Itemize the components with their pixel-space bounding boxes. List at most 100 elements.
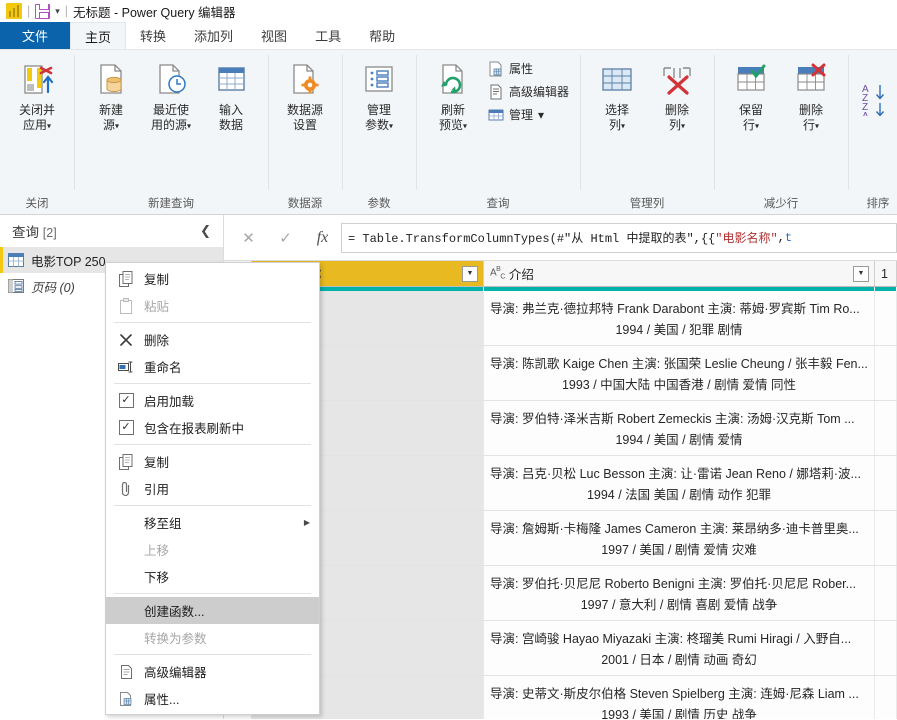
table-row[interactable]: 姬 导演: 陈凯歌 Kaige Chen 主演: 张国荣 Leslie Cheu…	[224, 346, 897, 401]
tab-tools[interactable]: 工具	[301, 22, 355, 49]
table-row[interactable]: 手不太冷 导演: 吕克·贝松 Luc Besson 主演: 让·雷诺 Jean …	[224, 456, 897, 511]
properties-button[interactable]: 属性	[483, 58, 573, 79]
ribbon-group-parameters-label: 参数	[342, 193, 416, 212]
cell-intro[interactable]: 导演: 弗兰克·德拉邦特 Frank Darabont 主演: 蒂姆·罗宾斯 T…	[484, 291, 875, 345]
column-header-third[interactable]: 1	[875, 261, 897, 286]
cell-intro-line1: 导演: 吕克·贝松 Luc Besson 主演: 让·雷诺 Jean Reno …	[490, 463, 868, 482]
manage-caret-icon[interactable]: ▾	[538, 108, 544, 122]
menu-item-duplicate[interactable]: 复制	[106, 448, 319, 475]
table-row[interactable]: 的救赎 导演: 弗兰克·德拉邦特 Frank Darabont 主演: 蒂姆·罗…	[224, 291, 897, 346]
cell-intro[interactable]: 导演: 史蒂文·斯皮尔伯格 Steven Spielberg 主演: 连姆·尼森…	[484, 676, 875, 719]
tab-transform[interactable]: 转换	[126, 22, 180, 49]
cell-third[interactable]	[875, 291, 897, 345]
queries-count: [2]	[43, 226, 57, 240]
cell-intro[interactable]: 导演: 吕克·贝松 Luc Besson 主演: 让·雷诺 Jean Reno …	[484, 456, 875, 510]
menu-item-move-up[interactable]: 上移	[106, 536, 319, 563]
cell-third[interactable]	[875, 456, 897, 510]
sidebar-item-label: 页码 (0)	[31, 277, 75, 296]
cell-intro[interactable]: 导演: 罗伯特·泽米吉斯 Robert Zemeckis 主演: 汤姆·汉克斯 …	[484, 401, 875, 455]
quick-access-caret-icon[interactable]: ▾	[55, 6, 60, 17]
cell-intro[interactable]: 导演: 罗伯托·贝尼尼 Roberto Benigni 主演: 罗伯托·贝尼尼 …	[484, 566, 875, 620]
enter-data-icon	[212, 59, 250, 101]
recent-sources-button[interactable]: 最近使 用的源▾	[141, 54, 201, 135]
cell-third[interactable]	[875, 346, 897, 400]
ribbon-group-close-label: 关闭	[0, 193, 74, 212]
keep-rows-button[interactable]: 保留 行▾	[721, 54, 781, 135]
cell-third[interactable]	[875, 511, 897, 565]
filter-dropdown-icon[interactable]: ▼	[462, 266, 478, 282]
tab-help[interactable]: 帮助	[355, 22, 409, 49]
cell-intro[interactable]: 导演: 宫崎骏 Hayao Miyazaki 主演: 柊瑠美 Rumi Hira…	[484, 621, 875, 675]
remove-columns-icon	[658, 59, 696, 101]
close-and-apply-button[interactable]: 关闭并 应用▾	[7, 54, 67, 135]
menu-item-move-to-group[interactable]: 移至组 ▶	[106, 509, 319, 536]
sort-buttons[interactable]: A Z Z A	[855, 54, 897, 141]
cell-intro-line1: 导演: 罗伯托·贝尼尼 Roberto Benigni 主演: 罗伯托·贝尼尼 …	[490, 573, 868, 592]
save-icon[interactable]	[35, 4, 50, 19]
menu-item-advanced-editor[interactable]: 高级编辑器	[106, 658, 319, 685]
menu-item-rename[interactable]: 重命名	[106, 353, 319, 380]
cancel-icon[interactable]: ✕	[230, 223, 267, 253]
menu-item-label: 复制	[140, 269, 319, 288]
menu-item-label: 粘贴	[140, 296, 319, 315]
ribbon-group-close: 关闭并 应用▾ 关闭	[0, 50, 74, 214]
tab-view[interactable]: 视图	[247, 22, 301, 49]
cell-third[interactable]	[875, 676, 897, 719]
menu-item-label: 上移	[140, 540, 319, 559]
column-header-intro[interactable]: ABC 介绍 ▼	[484, 261, 875, 286]
advanced-editor-icon	[487, 83, 504, 100]
cell-intro[interactable]: 导演: 陈凯歌 Kaige Chen 主演: 张国荣 Leslie Cheung…	[484, 346, 875, 400]
new-source-button[interactable]: 新建 源▾	[81, 54, 141, 135]
properties-icon	[487, 60, 504, 77]
choose-columns-button[interactable]: 选择 列▾	[587, 54, 647, 135]
ribbon-group-query-label: 查询	[416, 193, 580, 212]
formula-input[interactable]: = Table.TransformColumnTypes(#"从 Html 中提…	[341, 223, 897, 253]
query-context-menu: 复制 粘贴 删除 重命名 ✓ 启用加	[105, 262, 320, 715]
checkbox-checked-icon[interactable]: ✓	[112, 420, 140, 435]
table-row[interactable]: 克号 导演: 詹姆斯·卡梅隆 James Cameron 主演: 莱昂纳多·迪卡…	[224, 511, 897, 566]
table-row[interactable]: 寻 导演: 宫崎骏 Hayao Miyazaki 主演: 柊瑠美 Rumi Hi…	[224, 621, 897, 676]
cell-third[interactable]	[875, 621, 897, 675]
menu-item-delete[interactable]: 删除	[106, 326, 319, 353]
close-and-apply-label: 关闭并 应用▾	[19, 103, 55, 133]
table-row[interactable]: 生 导演: 罗伯托·贝尼尼 Roberto Benigni 主演: 罗伯托·贝尼…	[224, 566, 897, 621]
menu-item-create-function[interactable]: 创建函数...	[106, 597, 319, 624]
fx-icon[interactable]: fx	[304, 223, 341, 253]
table-row[interactable]: 传 导演: 罗伯特·泽米吉斯 Robert Zemeckis 主演: 汤姆·汉克…	[224, 401, 897, 456]
checkbox-checked-icon[interactable]: ✓	[112, 393, 140, 408]
filter-dropdown-icon[interactable]: ▼	[853, 266, 869, 282]
menu-item-reference[interactable]: 引用	[106, 475, 319, 502]
tab-file[interactable]: 文件	[0, 22, 70, 49]
tab-add-column[interactable]: 添加列	[180, 22, 247, 49]
manage-parameters-button[interactable]: 管理 参数▾	[349, 54, 409, 135]
cell-intro[interactable]: 导演: 詹姆斯·卡梅隆 James Cameron 主演: 莱昂纳多·迪卡普里奥…	[484, 511, 875, 565]
remove-columns-button[interactable]: 删除 列▾	[647, 54, 707, 135]
remove-rows-button[interactable]: 删除 行▾	[781, 54, 841, 135]
formula-tail: t	[785, 231, 792, 245]
enter-data-label: 输入 数据	[219, 103, 243, 133]
advanced-editor-button[interactable]: 高级编辑器	[483, 81, 573, 102]
enter-data-button[interactable]: 输入 数据	[201, 54, 261, 135]
chevron-left-icon[interactable]: ❮	[196, 223, 215, 239]
accept-icon[interactable]: ✓	[267, 223, 304, 253]
menu-item-label: 移至组	[140, 513, 304, 532]
titlebar-separator-2: |	[65, 4, 68, 18]
data-source-settings-button[interactable]: 数据源 设置	[275, 54, 335, 135]
menu-item-convert-to-parameter[interactable]: 转换为参数	[106, 624, 319, 651]
cell-third[interactable]	[875, 566, 897, 620]
menu-item-enable-load[interactable]: ✓ 启用加载	[106, 387, 319, 414]
cell-third[interactable]	[875, 401, 897, 455]
menu-item-label: 高级编辑器	[140, 662, 319, 681]
refresh-preview-button[interactable]: 刷新 预览▾	[423, 54, 483, 135]
menu-item-include-in-report-refresh[interactable]: ✓ 包含在报表刷新中	[106, 414, 319, 441]
menu-item-paste[interactable]: 粘贴	[106, 292, 319, 319]
menu-item-properties[interactable]: 属性...	[106, 685, 319, 712]
table-row[interactable]: 的名单 导演: 史蒂文·斯皮尔伯格 Steven Spielberg 主演: 连…	[224, 676, 897, 719]
manage-button[interactable]: 管理 ▾	[483, 104, 573, 125]
ribbon-group-manage-columns: 选择 列▾ 删除 列▾ 管理列	[580, 50, 714, 214]
menu-item-copy[interactable]: 复制	[106, 265, 319, 292]
cell-intro-line1: 导演: 罗伯特·泽米吉斯 Robert Zemeckis 主演: 汤姆·汉克斯 …	[490, 408, 868, 427]
tab-home[interactable]: 主页	[70, 22, 126, 49]
menu-item-move-down[interactable]: 下移	[106, 563, 319, 590]
ribbon-group-manage-columns-label: 管理列	[580, 193, 714, 212]
